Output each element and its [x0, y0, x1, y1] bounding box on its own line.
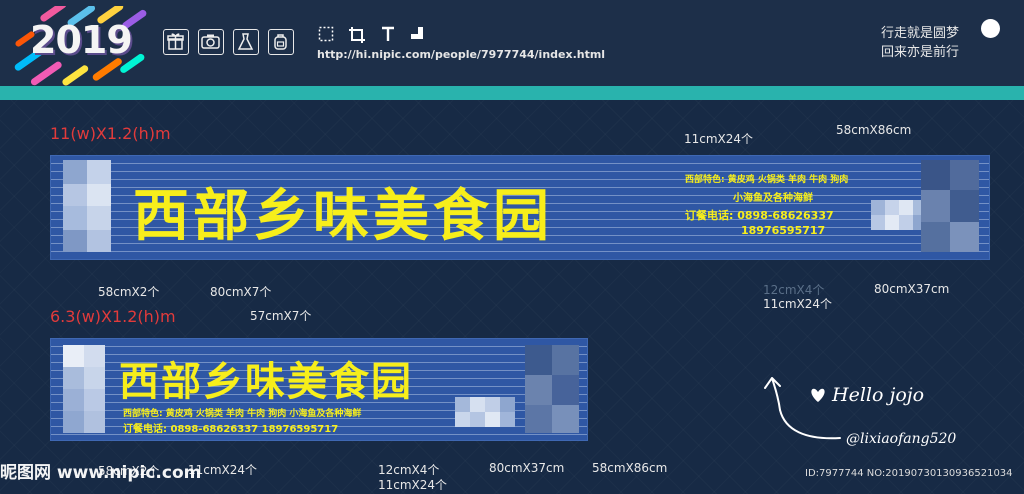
blurred-image-mid	[455, 397, 515, 427]
dim-top-11x24: 11cmX24个	[684, 132, 754, 146]
small-banner-phone: 订餐电话: 0898-68626337 18976595717	[123, 424, 339, 435]
large-banner-specialty-2: 小海鱼及各种海鲜	[733, 193, 813, 204]
small-banner-title: 西部乡味美食园	[119, 359, 413, 405]
signature-handle: @lixiaofang520	[846, 431, 956, 447]
icon-toolbar	[163, 29, 294, 55]
dim-80x7: 80cmX7个	[210, 285, 272, 299]
large-banner-mobile: 18976595717	[741, 224, 826, 237]
blurred-image-right	[525, 345, 579, 433]
dim-bottom-58x86: 58cmX86cm	[592, 461, 668, 475]
blurred-image-left	[63, 345, 105, 433]
dim-11x24: 11cmX24个	[763, 297, 833, 311]
large-banner-phone: 订餐电话: 0898-68626337	[685, 209, 834, 222]
signature-hello: Hello jojo	[831, 384, 924, 406]
dim-58x2: 58cmX2个	[98, 285, 160, 299]
small-banner-size-label: 6.3(w)X1.2(h)m	[50, 307, 176, 326]
dress-icon[interactable]	[233, 29, 259, 55]
dim-bottom-11x24b: 11cmX24个	[378, 478, 448, 492]
image-id-line: ID:7977744 NO:20190730130936521034	[805, 468, 1013, 479]
large-banner-title: 西部乡味美食园	[133, 184, 553, 249]
text-icon[interactable]	[380, 26, 396, 44]
backpack-icon[interactable]	[268, 29, 294, 55]
large-banner-size-label: 11(w)X1.2(h)m	[50, 124, 171, 143]
large-banner: 西部乡味美食园 西部特色: 黄皮鸡 火锅类 羊肉 牛肉 狗肉 小海鱼及各种海鲜 …	[50, 155, 990, 260]
small-banner: 西部乡味美食园 西部特色: 黄皮鸡 火锅类 羊肉 牛肉 狗肉 小海鱼及各种海鲜 …	[50, 338, 588, 441]
small-banner-specialty: 西部特色: 黄皮鸡 火锅类 羊肉 牛肉 狗肉 小海鱼及各种海鲜	[123, 409, 362, 419]
accent-strip	[0, 86, 1024, 100]
edit-toolbar	[318, 26, 424, 44]
slogan-line-2: 回来亦是前行	[881, 45, 960, 60]
camera-icon[interactable]	[198, 29, 224, 55]
year-logo: 2019	[30, 18, 133, 62]
blurred-image-mid	[871, 200, 927, 230]
select-icon[interactable]	[318, 26, 334, 44]
blurred-image-left	[63, 160, 111, 252]
handwritten-signature: Hello jojo @lixiaofang520	[764, 377, 956, 447]
large-banner-specialty: 西部特色: 黄皮鸡 火锅类 羊肉 牛肉 狗肉	[685, 175, 849, 185]
profile-url[interactable]: http://hi.nipic.com/people/7977744/index…	[317, 48, 605, 61]
dim-bottom-80x37: 80cmX37cm	[489, 461, 565, 475]
dim-80x37: 80cmX37cm	[874, 282, 950, 296]
slogan-line-1: 行走就是圆梦	[881, 26, 960, 41]
slogan: 行走就是圆梦 回来亦是前行	[881, 24, 959, 62]
dim-57x7: 57cmX7个	[250, 309, 312, 323]
corner-icon[interactable]	[410, 26, 424, 44]
crop-icon[interactable]	[348, 26, 366, 44]
circle-toggle[interactable]	[981, 19, 1000, 38]
dim-top-58x86: 58cmX86cm	[836, 123, 912, 137]
site-watermark: 昵图网 www.nipic.com	[0, 463, 202, 483]
blurred-image-right	[921, 160, 979, 252]
gift-icon[interactable]	[163, 29, 189, 55]
